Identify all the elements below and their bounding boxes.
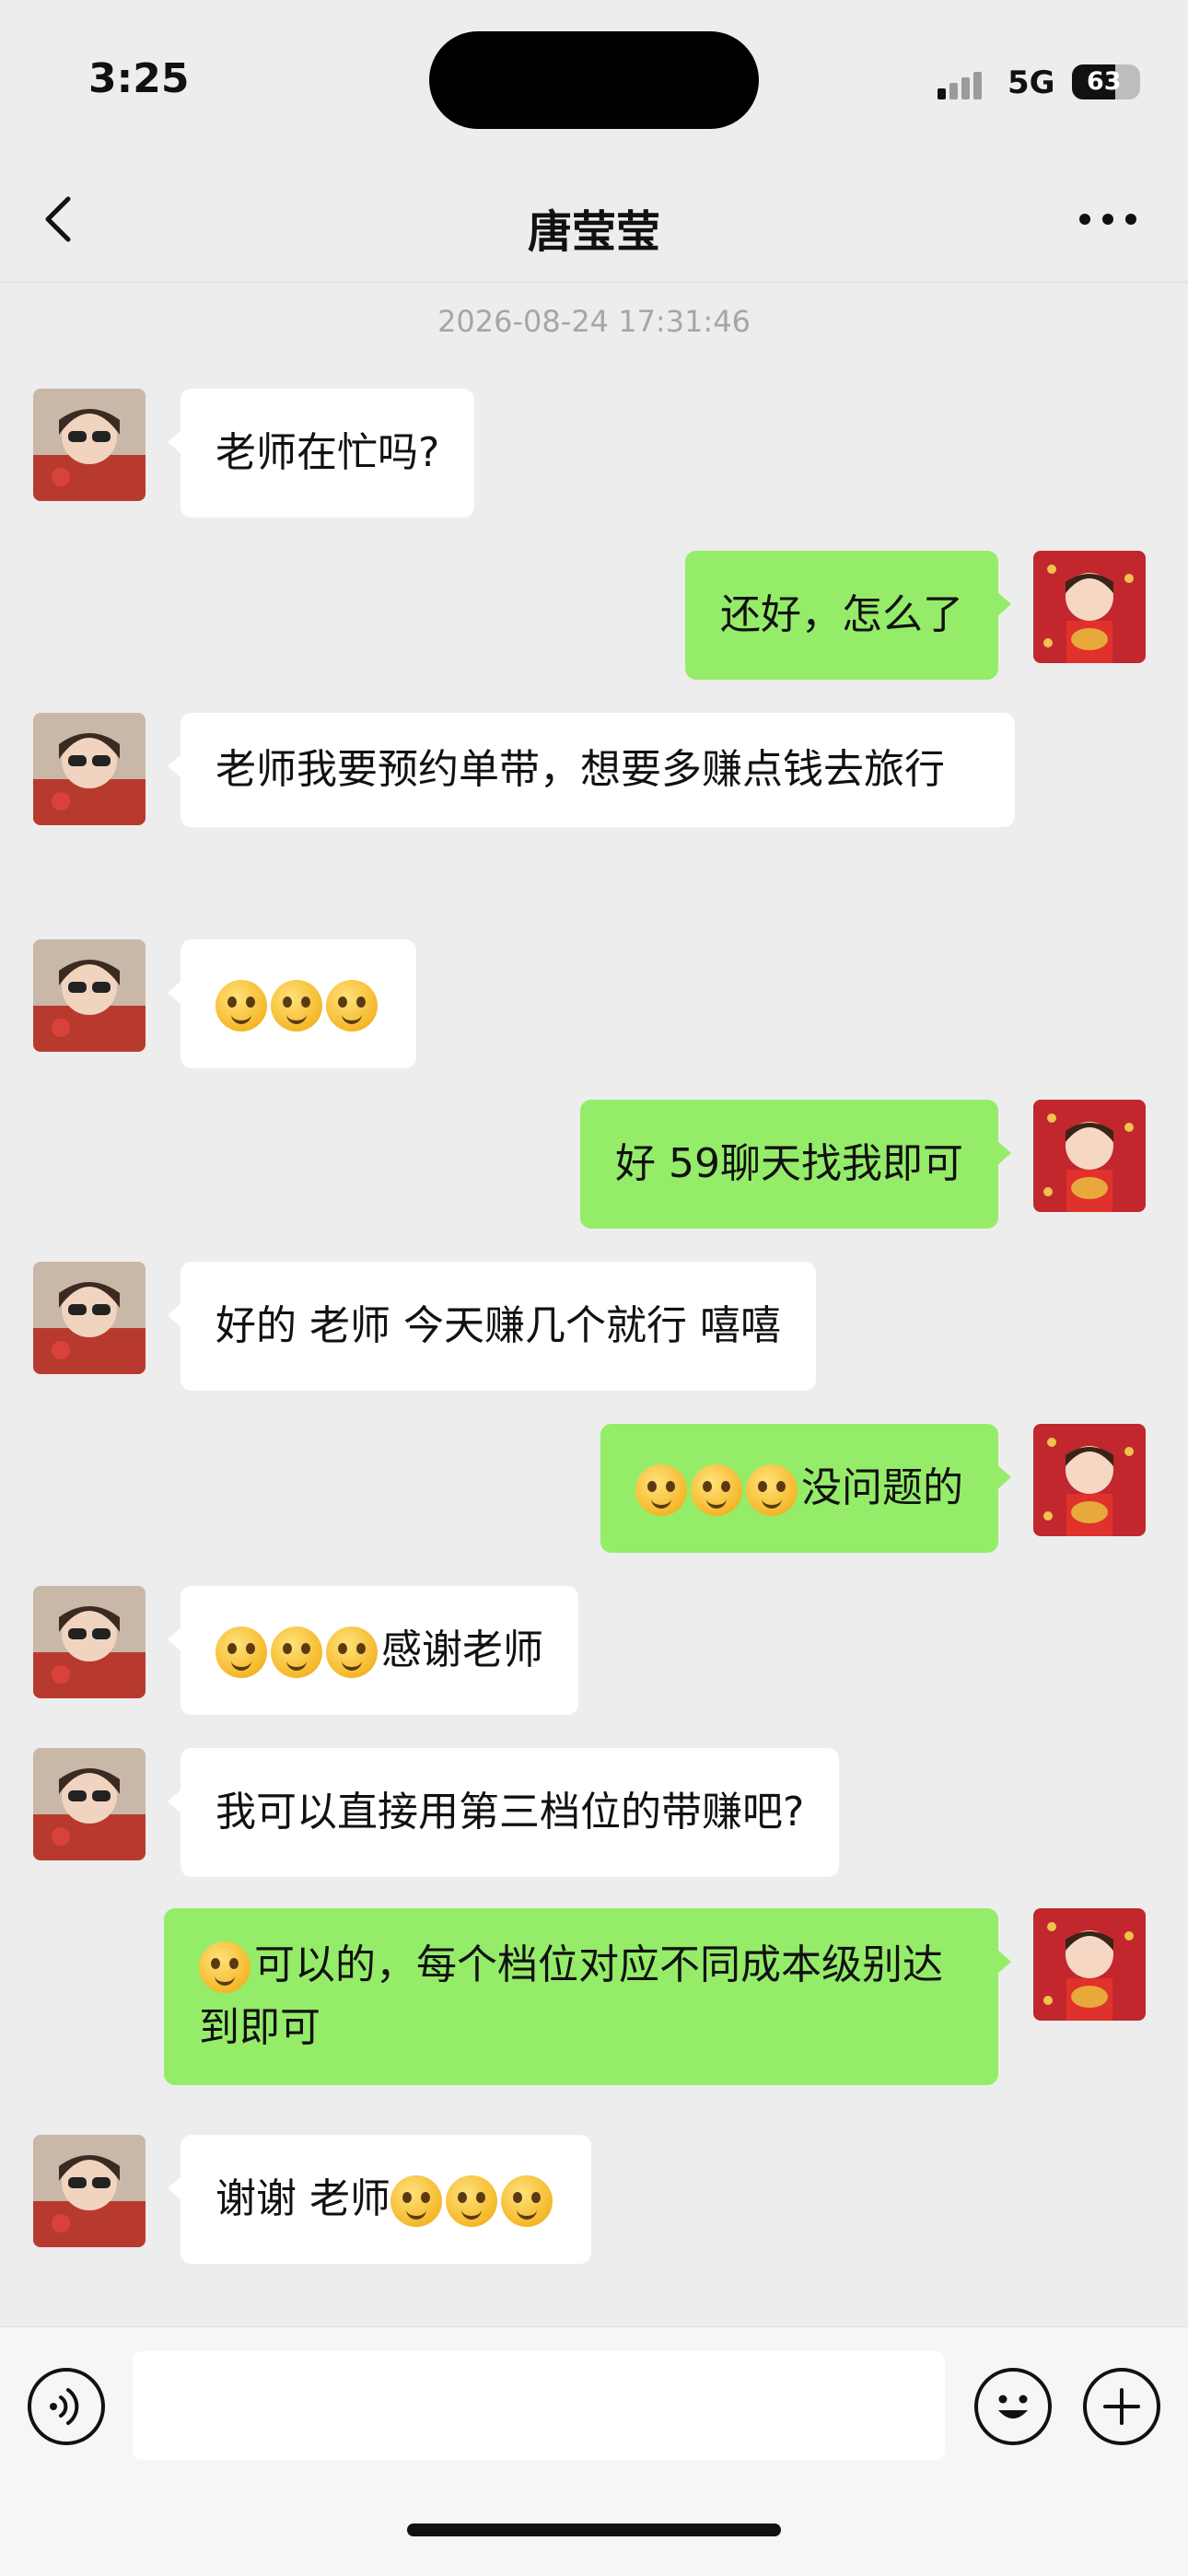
- contact-avatar[interactable]: [33, 389, 146, 501]
- message-input[interactable]: [133, 2351, 945, 2460]
- battery-icon: 63: [1072, 64, 1140, 99]
- message-bubble[interactable]: 感谢老师: [168, 1586, 578, 1715]
- message-bubble[interactable]: 老师在忙吗?: [167, 389, 475, 518]
- ok-hand-emoji: [199, 1941, 250, 1993]
- smirk-face-emoji: [691, 1464, 742, 1516]
- message-text: 老师我要预约单带，想要多赚点钱去旅行: [215, 746, 945, 793]
- battery-percent: 63: [1087, 67, 1122, 96]
- message-bubble[interactable]: 老师我要预约单带，想要多赚点钱去旅行: [168, 713, 1015, 827]
- message-row: 好的 老师 今天赚几个就行 嘻嘻: [0, 1262, 1188, 1391]
- salute-face-emoji: [326, 980, 378, 1032]
- message-bubble[interactable]: 没问题的: [600, 1424, 1011, 1553]
- network-type: 5G: [1007, 64, 1055, 101]
- dynamic-island: [429, 31, 759, 129]
- grin-face-emoji: [501, 2175, 553, 2227]
- message-text: 老师在忙吗?: [215, 429, 440, 476]
- message-text: 我可以直接用第三档位的带赚吧?: [215, 1789, 805, 1836]
- contact-avatar[interactable]: [33, 2135, 146, 2247]
- grin-face-emoji: [446, 2175, 497, 2227]
- chat-title: 唐莹莹: [527, 206, 660, 258]
- smirk-face-emoji: [746, 1464, 798, 1516]
- message-text: 好 59聊天找我即可: [615, 1140, 963, 1187]
- message-row: 还好，怎么了: [0, 551, 1188, 680]
- message-bubble[interactable]: [168, 939, 416, 1068]
- message-text: 好的 老师 今天赚几个就行 嘻嘻: [215, 1302, 781, 1349]
- message-row: 谢谢 老师: [0, 2135, 1188, 2264]
- message-row: 老师在忙吗?: [0, 389, 1188, 518]
- message-text: 没问题的: [801, 1464, 963, 1511]
- message-bubble[interactable]: 我可以直接用第三档位的带赚吧?: [167, 1748, 840, 1877]
- message-text: 谢谢 老师: [215, 2175, 390, 2222]
- message-text: 可以的，每个档位对应不同成本级别达到即可: [199, 1941, 943, 2051]
- message-bubble[interactable]: 谢谢 老师: [168, 2135, 591, 2264]
- more-dots-icon[interactable]: [1076, 190, 1140, 249]
- input-bar: [0, 2326, 1188, 2576]
- smirk-face-emoji: [635, 1464, 687, 1516]
- message-row: 我可以直接用第三档位的带赚吧?: [0, 1748, 1188, 1877]
- status-time: 3:25: [88, 55, 190, 102]
- message-timestamp: 2026-08-24 17:31:46: [437, 304, 751, 339]
- message-bubble[interactable]: 还好，怎么了: [685, 551, 1011, 680]
- message-row: 可以的，每个档位对应不同成本级别达到即可: [0, 1908, 1188, 2089]
- my-avatar[interactable]: [1033, 1100, 1146, 1212]
- fighting-face-emoji: [326, 1626, 378, 1678]
- home-indicator: [407, 2524, 781, 2536]
- message-bubble[interactable]: 可以的，每个档位对应不同成本级别达到即可: [164, 1908, 1011, 2085]
- my-avatar[interactable]: [1033, 1908, 1146, 2021]
- message-bubble[interactable]: 好的 老师 今天赚几个就行 嘻嘻: [168, 1262, 816, 1391]
- message-row: 感谢老师: [0, 1586, 1188, 1715]
- message-text: 还好，怎么了: [720, 591, 963, 638]
- contact-avatar[interactable]: [33, 713, 146, 825]
- grin-face-emoji: [390, 2175, 442, 2227]
- message-row: [0, 939, 1188, 1068]
- status-bar: 3:25 5G 63: [0, 0, 1188, 157]
- contact-avatar[interactable]: [33, 1748, 146, 1860]
- message-row: 好 59聊天找我即可: [0, 1100, 1188, 1229]
- chat-header: 唐莹莹: [0, 157, 1188, 283]
- my-avatar[interactable]: [1033, 1424, 1146, 1536]
- fighting-face-emoji: [271, 1626, 322, 1678]
- contact-avatar[interactable]: [33, 939, 146, 1052]
- signal-icon: [938, 70, 984, 99]
- message-row: 没问题的: [0, 1424, 1188, 1553]
- message-row: 老师我要预约单带，想要多赚点钱去旅行: [0, 713, 1188, 893]
- salute-face-emoji: [271, 980, 322, 1032]
- plus-circle-icon[interactable]: [1083, 2368, 1160, 2445]
- message-bubble[interactable]: 好 59聊天找我即可: [580, 1100, 1011, 1229]
- fighting-face-emoji: [215, 1626, 267, 1678]
- message-text: 感谢老师: [381, 1626, 543, 1673]
- emoji-face-icon[interactable]: [974, 2368, 1052, 2445]
- contact-avatar[interactable]: [33, 1586, 146, 1698]
- voice-icon[interactable]: [28, 2368, 105, 2445]
- salute-face-emoji: [215, 980, 267, 1032]
- my-avatar[interactable]: [1033, 551, 1146, 663]
- contact-avatar[interactable]: [33, 1262, 146, 1374]
